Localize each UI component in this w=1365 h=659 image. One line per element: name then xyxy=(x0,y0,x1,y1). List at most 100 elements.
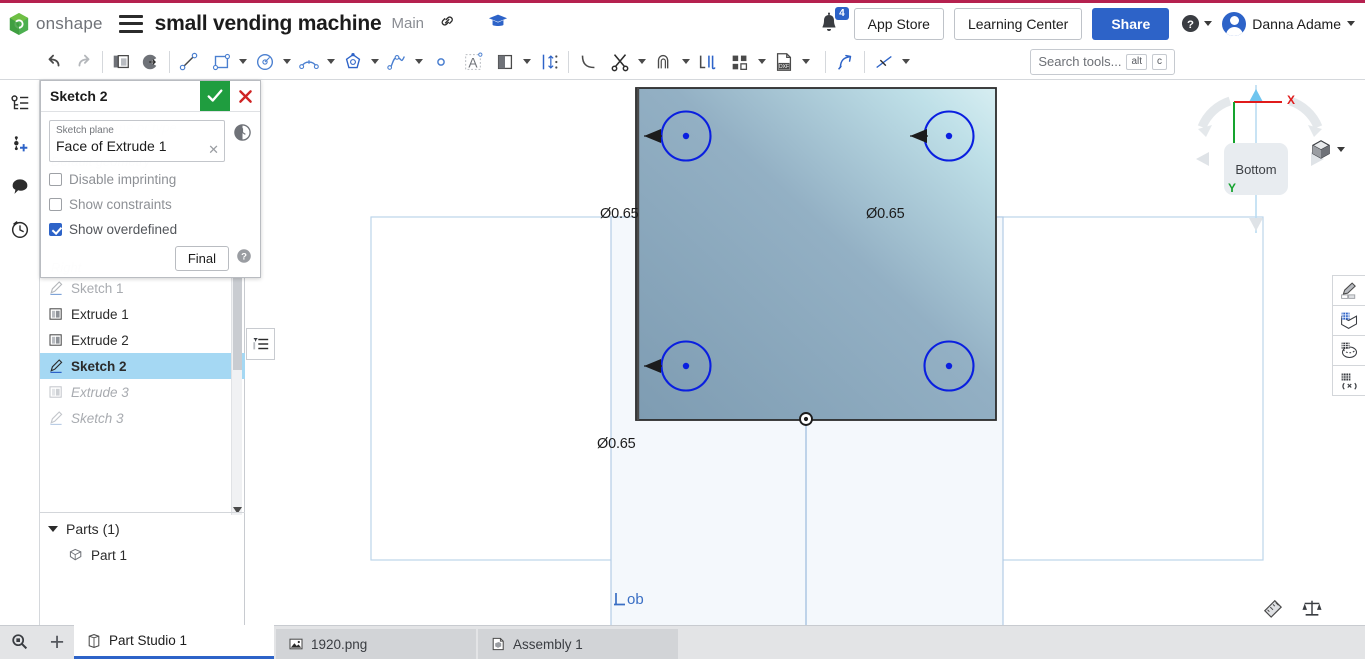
feature-row-sketch-2[interactable]: Sketch 2 xyxy=(40,353,245,379)
rotate-view-icon[interactable] xyxy=(1332,335,1365,366)
chevron-down-icon[interactable] xyxy=(371,59,379,64)
offset-tool-icon[interactable] xyxy=(653,47,675,77)
measure-tool-icon[interactable] xyxy=(1262,598,1284,623)
sketch-paste-icon[interactable] xyxy=(141,47,161,77)
notification-bell-icon[interactable]: 4 xyxy=(818,11,844,37)
import-dxf-icon[interactable]: DXF xyxy=(773,47,795,77)
tab-assembly-1[interactable]: Assembly 1 xyxy=(478,629,678,659)
document-title[interactable]: small vending machine xyxy=(155,12,382,36)
feature-list-toggle-icon[interactable] xyxy=(246,328,275,360)
sketch-origin-point[interactable] xyxy=(800,413,812,425)
chevron-down-icon[interactable] xyxy=(758,59,766,64)
sketch-display-icon[interactable] xyxy=(1332,275,1365,306)
text-tool-icon[interactable]: A xyxy=(462,47,484,77)
fillet-tool-icon[interactable] xyxy=(577,47,599,77)
branch-name[interactable]: Main xyxy=(392,15,425,32)
zoom-to-fit-icon[interactable] xyxy=(0,625,40,659)
clock-history-icon[interactable] xyxy=(233,123,252,147)
hamburger-menu-icon[interactable] xyxy=(119,15,143,33)
diameter-dimension-top-right[interactable]: Ø0.65 xyxy=(866,206,905,222)
top-header-bar: onshape small vending machine Main xyxy=(0,0,1365,44)
show-overdefined-checkbox[interactable]: Show overdefined xyxy=(49,222,252,237)
chevron-down-icon[interactable] xyxy=(415,59,423,64)
sketch-dialog-footer: Final ? xyxy=(49,246,252,271)
graduation-cap-icon[interactable] xyxy=(488,12,508,35)
mass-properties-icon[interactable] xyxy=(1301,598,1323,623)
redo-icon[interactable] xyxy=(74,47,94,77)
chevron-down-icon[interactable] xyxy=(283,59,291,64)
chevron-down-icon[interactable] xyxy=(638,59,646,64)
dimension-tool-icon[interactable] xyxy=(873,47,895,77)
feature-list-icon[interactable] xyxy=(7,90,33,116)
feature-row-extrude-2[interactable]: Extrude 2 xyxy=(40,327,245,353)
learning-center-button[interactable]: Learning Center xyxy=(954,8,1082,40)
transform-tool-icon[interactable] xyxy=(834,47,856,77)
model-face[interactable] xyxy=(636,88,996,420)
add-version-icon[interactable] xyxy=(7,132,33,158)
chevron-down-icon[interactable] xyxy=(327,59,335,64)
user-menu[interactable]: Danna Adame xyxy=(1222,12,1355,36)
chevron-down-icon[interactable] xyxy=(239,59,247,64)
history-icon[interactable] xyxy=(7,216,33,242)
parts-section-header[interactable]: Parts (1) xyxy=(40,517,245,541)
chevron-down-icon[interactable] xyxy=(902,59,910,64)
chevron-down-icon[interactable] xyxy=(682,59,690,64)
sketch-copy-icon[interactable] xyxy=(111,47,131,77)
tab-part-studio-1[interactable]: Part Studio 1 xyxy=(74,625,274,659)
final-button[interactable]: Final xyxy=(175,246,229,271)
mirror-tool-icon[interactable] xyxy=(494,47,516,77)
app-store-button[interactable]: App Store xyxy=(854,8,944,40)
view-orientation-menu[interactable] xyxy=(1310,138,1345,160)
feature-row-extrude-3[interactable]: Extrude 3 xyxy=(40,379,245,405)
chevron-down-icon[interactable] xyxy=(802,59,810,64)
chevron-down-icon[interactable] xyxy=(1337,147,1345,152)
point-tool-icon[interactable] xyxy=(430,47,452,77)
accept-button[interactable] xyxy=(200,81,230,111)
onshape-logo[interactable]: onshape xyxy=(8,12,103,36)
feature-row-sketch-3[interactable]: Sketch 3 xyxy=(40,405,245,431)
rectangle-tool-icon[interactable] xyxy=(210,47,232,77)
line-tool-icon[interactable] xyxy=(178,47,200,77)
search-placeholder: Search tools... xyxy=(1038,54,1121,69)
help-question-icon: ? xyxy=(1181,14,1200,33)
feature-row-extrude-1[interactable]: Extrude 1 xyxy=(40,301,245,327)
trim-tool-icon[interactable] xyxy=(609,47,631,77)
feature-row-sketch-1[interactable]: Sketch 1 xyxy=(40,275,245,301)
help-menu[interactable]: ? xyxy=(1181,14,1212,33)
polygon-tool-icon[interactable] xyxy=(342,47,364,77)
explode-view-icon[interactable] xyxy=(1332,365,1365,396)
link-icon[interactable] xyxy=(438,12,456,35)
use-project-icon[interactable] xyxy=(697,47,719,77)
search-tools-input[interactable]: Search tools... alt c xyxy=(1030,49,1175,75)
sketch-dialog[interactable]: Sketch 2 Filter by name or type Default … xyxy=(40,80,261,278)
part-icon xyxy=(68,547,84,563)
clear-x-icon[interactable]: ✕ xyxy=(208,143,219,156)
diameter-dimension-top-left[interactable]: Ø0.65 xyxy=(600,206,639,222)
disable-imprinting-checkbox[interactable]: Disable imprinting xyxy=(49,172,252,187)
comments-icon[interactable] xyxy=(7,174,33,200)
diameter-dimension-bottom-left[interactable]: Ø0.65 xyxy=(597,436,636,452)
chevron-down-icon[interactable] xyxy=(523,59,531,64)
scrollbar-thumb[interactable] xyxy=(233,270,242,370)
linear-pattern-icon[interactable] xyxy=(538,47,560,77)
checkbox-label: Show overdefined xyxy=(69,222,177,237)
view-cube[interactable]: Bottom X Y xyxy=(1190,85,1330,235)
tab-1920-png[interactable]: 1920.png xyxy=(276,629,476,659)
show-hide-planes-icon[interactable] xyxy=(1332,305,1365,336)
constraint-grid-icon[interactable] xyxy=(729,47,751,77)
part-row-part-1[interactable]: Part 1 xyxy=(40,543,245,567)
arc-tool-icon[interactable] xyxy=(298,47,320,77)
add-tab-plus-icon[interactable]: + xyxy=(40,625,74,659)
circle-tool-icon[interactable] xyxy=(254,47,276,77)
share-button[interactable]: Share xyxy=(1092,8,1169,40)
parts-header-label: Parts (1) xyxy=(66,521,120,537)
show-constraints-checkbox[interactable]: Show constraints xyxy=(49,197,252,212)
help-question-icon[interactable]: ? xyxy=(236,248,252,269)
cancel-button[interactable] xyxy=(230,81,260,111)
undo-icon[interactable] xyxy=(44,47,64,77)
chevron-down-icon[interactable] xyxy=(48,526,58,532)
feature-tree-scrollbar[interactable] xyxy=(231,270,242,515)
sketch-plane-field[interactable]: Sketch plane Face of Extrude 1 ✕ xyxy=(49,120,225,162)
spline-tool-icon[interactable] xyxy=(386,47,408,77)
constraint-badge[interactable]: ob xyxy=(613,592,644,607)
